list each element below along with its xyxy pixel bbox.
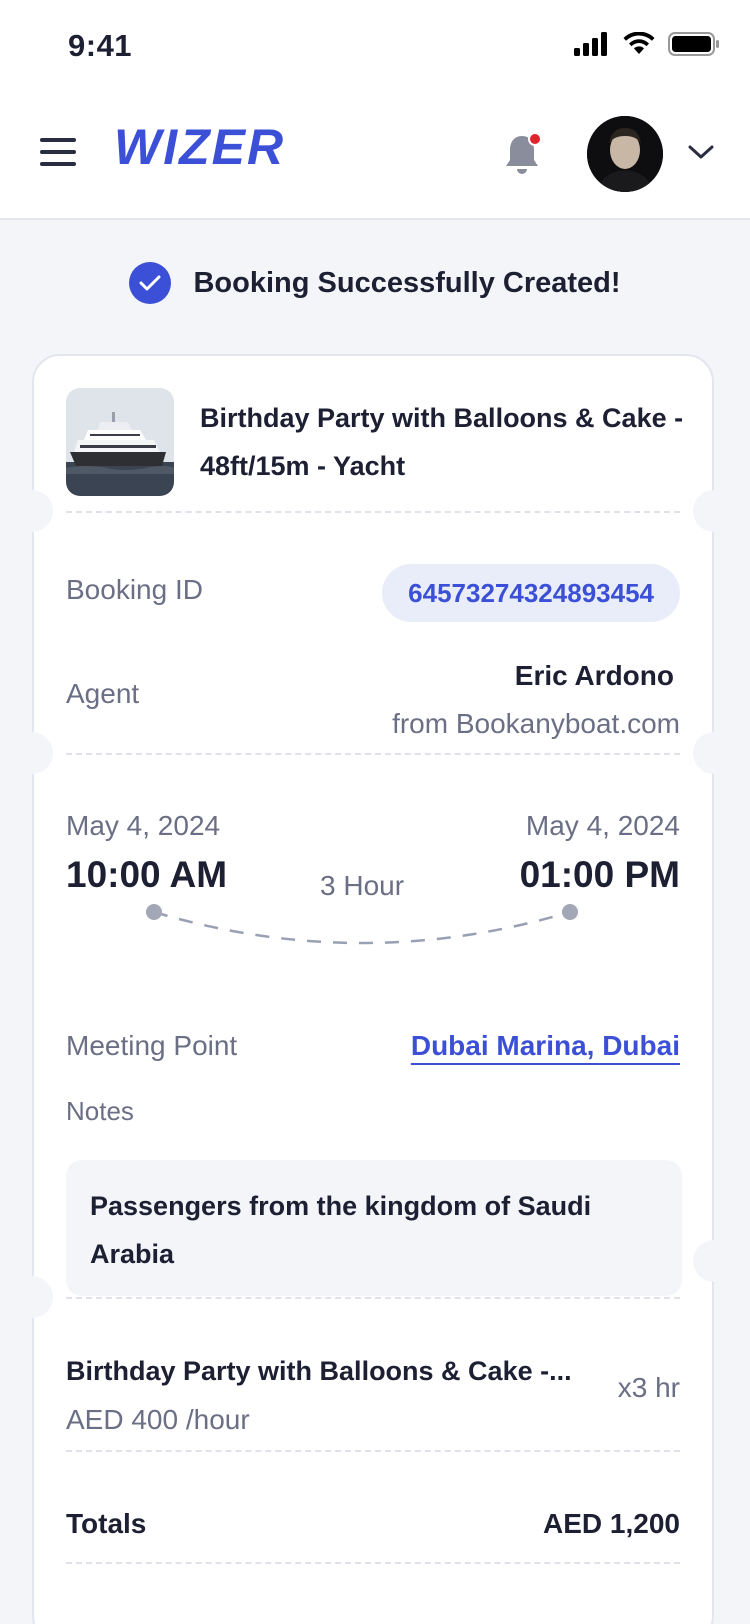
success-banner: Booking Successfully Created! <box>0 262 750 304</box>
agent-label: Agent <box>66 678 140 709</box>
booking-id-label: Booking ID <box>66 574 203 605</box>
totals-label: Totals <box>66 1508 147 1539</box>
meeting-point-label: Meeting Point <box>66 1030 238 1061</box>
divider <box>66 753 680 755</box>
totals-value: AED 1,200 <box>543 1508 680 1539</box>
booking-card: Birthday Party with Balloons & Cake - 48… <box>11 354 735 1624</box>
line-item-quantity: x3 hr <box>617 1372 680 1403</box>
divider <box>66 1562 680 1564</box>
booking-title: Birthday Party with Balloons & Cake - 48… <box>200 403 684 481</box>
ticket-notch-left <box>11 1276 53 1318</box>
ticket-notch-left <box>11 732 53 774</box>
duration: 3 Hour <box>320 870 405 901</box>
agent-source: from Bookanyboat.com <box>392 708 680 739</box>
start-time: 10:00 AM <box>66 854 228 895</box>
agent-name: Eric Ardono <box>514 660 674 691</box>
notes-text: Passengers from the kingdom of Saudi Ara… <box>66 1160 682 1296</box>
status-time: 9:41 <box>68 28 133 63</box>
divider <box>66 1297 680 1299</box>
line-item-rate: AED 400 /hour <box>66 1404 250 1435</box>
line-item-name: Birthday Party with Balloons & Cake -... <box>66 1356 572 1386</box>
chevron-down-icon[interactable] <box>688 144 714 160</box>
ticket-notch-right <box>693 732 735 774</box>
success-message: Booking Successfully Created! <box>193 266 621 299</box>
booking-id-badge[interactable]: 64573274324893454 <box>382 564 680 622</box>
menu-icon[interactable] <box>40 138 76 168</box>
divider <box>66 511 680 513</box>
start-date: May 4, 2024 <box>66 810 221 841</box>
ticket-notch-right <box>693 490 735 532</box>
check-icon <box>129 262 172 304</box>
end-date: May 4, 2024 <box>525 810 680 841</box>
divider <box>66 1450 680 1452</box>
status-icons <box>574 32 720 56</box>
signal-icon <box>574 32 607 56</box>
wizer-logo[interactable]: WIZER <box>114 118 285 176</box>
ticket-notch-right <box>693 1240 735 1282</box>
wifi-icon <box>623 32 655 54</box>
journey-arc <box>146 904 578 945</box>
end-time: 01:00 PM <box>519 854 680 895</box>
meeting-point-link[interactable]: Dubai Marina, Dubai <box>411 1030 680 1062</box>
app-header: WIZER <box>0 94 750 220</box>
bell-icon[interactable] <box>502 132 542 178</box>
ticket-notch-left <box>11 490 53 532</box>
yacht-image <box>66 388 174 496</box>
notes-label: Notes <box>66 1096 134 1126</box>
battery-icon <box>668 32 719 56</box>
status-bar: 9:41 <box>0 0 750 94</box>
avatar[interactable] <box>587 116 663 192</box>
